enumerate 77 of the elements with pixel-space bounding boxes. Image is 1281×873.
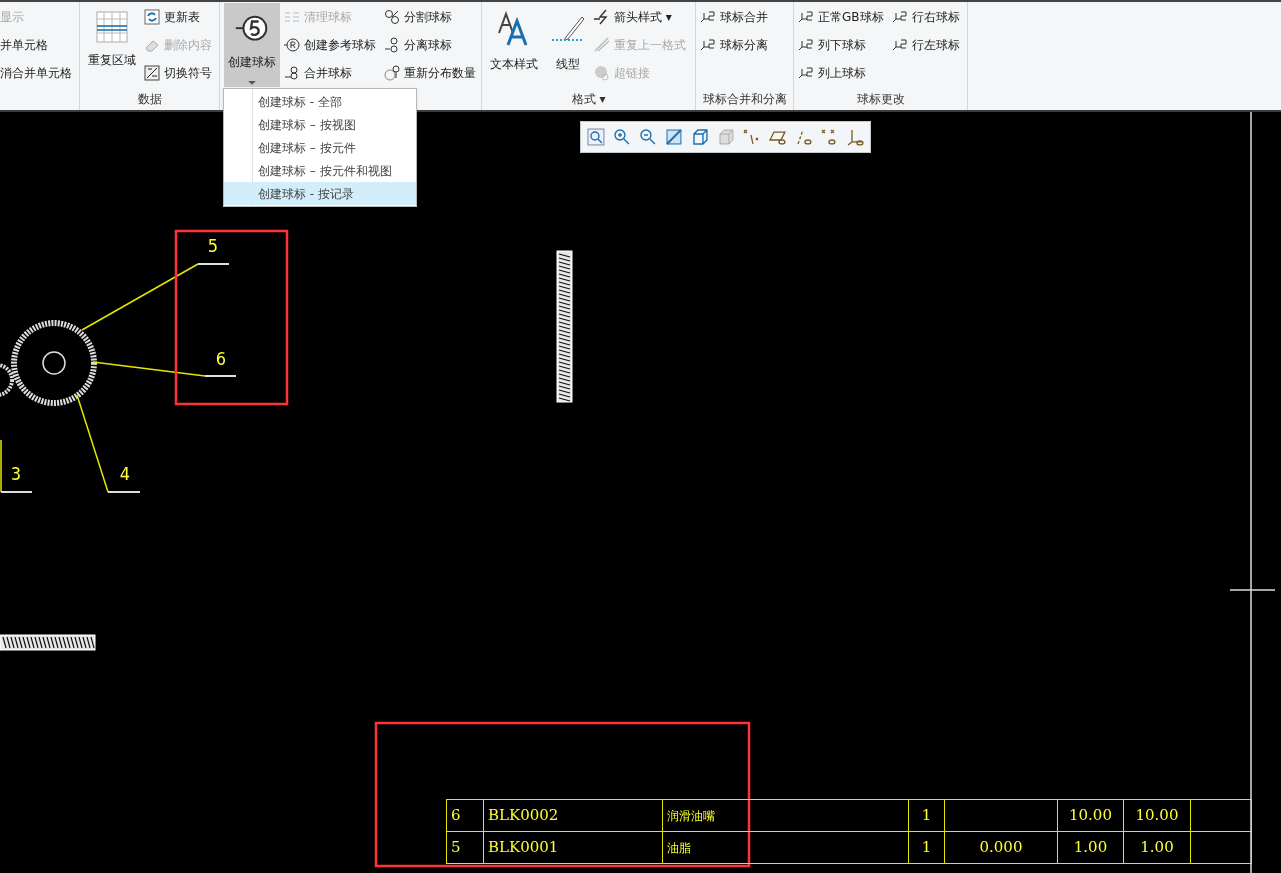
ribbon-button[interactable]: 创建参考球标 [284, 31, 380, 59]
small-gear-drawing [0, 363, 14, 397]
table-cell: BLK0001 [488, 838, 559, 857]
balloon-number[interactable]: 6 [215, 348, 227, 369]
table-cell: 6 [451, 806, 461, 825]
globe-link-icon [594, 65, 610, 81]
table-cell: 10.00 [1135, 806, 1179, 825]
balloon-leader-icon [700, 9, 716, 25]
large-ribbon-button[interactable]: 文本样式 [486, 3, 542, 87]
ribbon-button[interactable]: 消合并单元格 [0, 59, 76, 87]
balloon-leader-icon [798, 65, 814, 81]
repaint-icon[interactable] [664, 128, 683, 146]
balloon-leader-icon [700, 37, 716, 53]
redistribute-icon [384, 65, 400, 81]
balloon-number[interactable]: 4 [119, 463, 131, 484]
ribbon-button[interactable]: 球标合并 [700, 3, 772, 31]
ribbon-button[interactable]: 列下球标 [798, 31, 888, 59]
group-label: 格式 ▾ [571, 91, 606, 108]
table-cell: 1 [921, 838, 932, 857]
ribbon-button[interactable]: 分割球标 [384, 3, 480, 31]
table-refresh-icon [144, 9, 160, 25]
table-cell: 1.00 [1140, 838, 1174, 857]
balloon-leader-icon [798, 37, 814, 53]
plane-eye-icon[interactable] [768, 128, 787, 146]
ribbon-button[interactable]: 行右球标 [891, 3, 964, 31]
table-cell: 5 [451, 838, 461, 857]
balloon-leader-icon [798, 9, 814, 25]
table-cell: BLK0002 [488, 806, 559, 825]
large-ribbon-button[interactable]: 重复区域 [84, 3, 140, 87]
points-icon[interactable] [742, 128, 761, 146]
table-grid-icon [96, 11, 128, 43]
table-cell: 10.00 [1069, 806, 1112, 825]
table-cell: 润滑油嘴 [667, 809, 715, 824]
split-balloon-icon [384, 9, 400, 25]
group-label: 数据 [137, 91, 162, 108]
leader-line [0, 439, 2, 493]
list-lines-icon [284, 9, 300, 25]
ribbon-button[interactable]: 重新分布数量 [384, 59, 480, 87]
ribbon-button[interactable]: 行左球标 [891, 31, 964, 59]
balloon-number[interactable]: 5 [207, 235, 219, 256]
sheet-mark [1229, 589, 1276, 591]
balloon-leader-icon [891, 37, 908, 53]
zoom-in-icon[interactable] [612, 128, 631, 146]
table-cell: 1.00 [1073, 838, 1108, 857]
ribbon-button[interactable]: 分离球标 [384, 31, 480, 59]
table-cell: 油脂 [667, 841, 691, 856]
arrow-style-icon [594, 9, 610, 25]
zoom-fit-icon[interactable] [587, 128, 605, 146]
large-ribbon-button[interactable]: 创建球标 [224, 3, 280, 87]
ribbon-button[interactable]: 箭头样式 ▾ [594, 3, 690, 31]
ribbon-button[interactable]: 正常GB球标 [798, 3, 888, 31]
cube-icon[interactable] [690, 128, 709, 146]
group-label: 球标更改 [856, 91, 905, 108]
ribbon-button[interactable]: 并单元格 [0, 31, 76, 59]
table-cell: 0.000 [979, 838, 1023, 857]
menu-item[interactable]: 创建球标 - 按记录 [224, 182, 416, 205]
ribbon-button[interactable]: 切换符号 [144, 59, 216, 87]
ribbon-button[interactable]: 球标分离 [700, 31, 772, 59]
csys-eye-icon[interactable] [846, 128, 864, 146]
large-ribbon-button[interactable]: 线型 [546, 3, 590, 87]
zoom-out-icon[interactable] [638, 128, 657, 146]
symbol-icon [144, 65, 160, 81]
menu-item[interactable]: 创建球标 – 按元件 [224, 136, 416, 159]
menu-item[interactable]: 创建球标 – 按元件和视图 [224, 159, 416, 182]
balloon-number[interactable]: 3 [10, 463, 22, 484]
ribbon-button[interactable]: 更新表 [144, 3, 216, 31]
group-label: 球标合并和分离 [702, 91, 787, 108]
repeat-format-icon [594, 37, 610, 53]
circle-r-icon [284, 37, 300, 53]
balloon-leader-icon [891, 9, 908, 25]
separate-balloon-icon [384, 37, 400, 53]
ribbon-button[interactable]: 合并球标 [284, 59, 380, 87]
ribbon-button[interactable]: 列上球标 [798, 59, 888, 87]
menu-item[interactable]: 创建球标 - 全部 [224, 90, 416, 113]
menu-item[interactable]: 创建球标 – 按视图 [224, 113, 416, 136]
table-cell: 1 [921, 806, 932, 825]
merge-balloon-icon [284, 65, 300, 81]
